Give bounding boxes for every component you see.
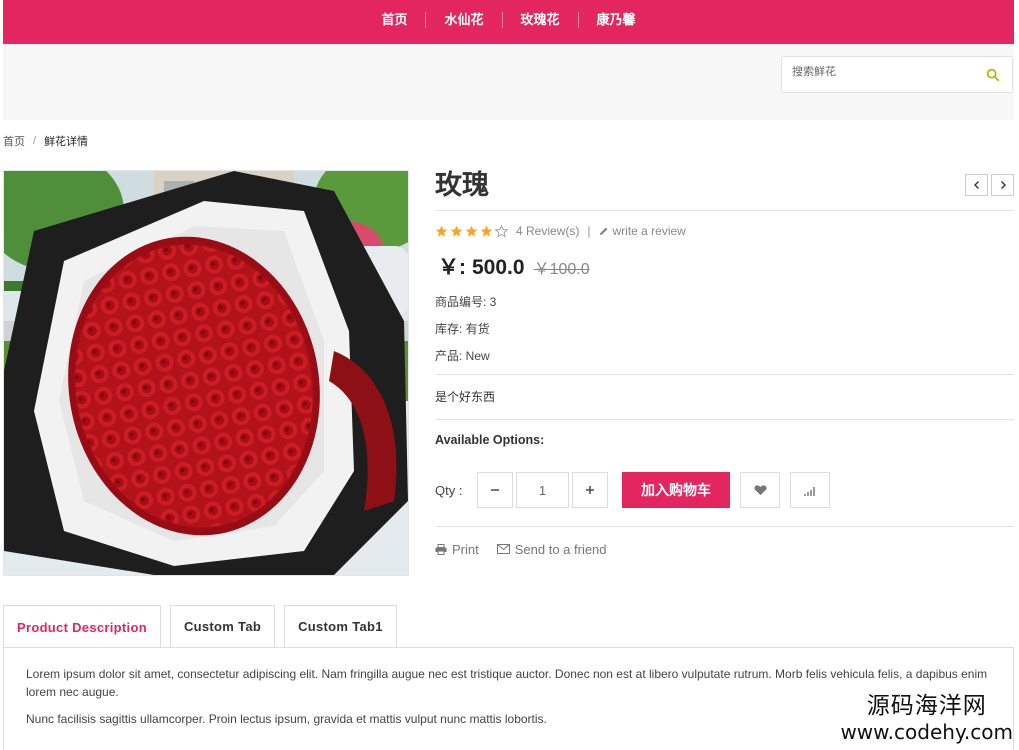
breadcrumb: 首页 / 鲜花详情 xyxy=(3,133,88,149)
quantity-row: Qty : 加入购物车 xyxy=(435,460,1014,520)
review-separator: | xyxy=(587,224,591,238)
star-empty-icon xyxy=(495,224,508,238)
star-filled-icon xyxy=(480,225,493,237)
write-review-link[interactable]: write a review xyxy=(598,224,686,238)
send-to-friend-label: Send to a friend xyxy=(514,541,607,557)
reviews-link[interactable]: 4 Review(s) xyxy=(516,224,579,238)
product-pager xyxy=(965,174,1014,196)
search-input[interactable] xyxy=(792,66,972,78)
search-box xyxy=(781,56,1013,93)
qty-label: Qty : xyxy=(435,482,463,498)
add-to-cart-button[interactable]: 加入购物车 xyxy=(622,472,730,508)
stock-status: 库存: 有货 xyxy=(435,322,490,336)
star-filled-icon xyxy=(450,225,463,237)
watermark-title: 源码海洋网 xyxy=(866,693,987,719)
review-row: 4 Review(s) | write a review xyxy=(435,211,1014,251)
search-band xyxy=(3,44,1014,120)
nav-item-home[interactable]: 首页 xyxy=(363,12,427,28)
product-code: 商品编号: 3 xyxy=(435,295,497,309)
share-row: Print Send to a friend xyxy=(435,527,1014,571)
chevron-right-icon xyxy=(1000,181,1006,189)
nav-item-carnation[interactable]: 康乃馨 xyxy=(579,12,654,28)
rating-stars xyxy=(435,224,508,238)
breadcrumb-separator: / xyxy=(33,135,37,147)
available-options-heading: Available Options: xyxy=(435,433,545,447)
tab-product-description[interactable]: Product Description xyxy=(3,605,161,648)
tab-custom-1[interactable]: Custom Tab1 xyxy=(284,605,397,647)
prev-product-button[interactable] xyxy=(965,174,988,196)
nav-item-rose[interactable]: 玫瑰花 xyxy=(503,12,579,28)
main-menu: 首页 水仙花 玫瑰花 康乃馨 xyxy=(3,0,1014,40)
search-icon[interactable] xyxy=(986,68,1000,82)
watermark-url: www.codehy.com xyxy=(840,720,1013,744)
current-price: 500.0 xyxy=(472,256,525,279)
breadcrumb-home[interactable]: 首页 xyxy=(3,133,25,149)
tab-custom[interactable]: Custom Tab xyxy=(169,605,276,647)
qty-input[interactable] xyxy=(516,472,569,508)
qty-increase-button[interactable] xyxy=(572,472,608,508)
heart-icon xyxy=(753,485,767,496)
write-review-label: write a review xyxy=(612,224,686,238)
print-link[interactable]: Print xyxy=(435,542,479,557)
product-title: 玫瑰 xyxy=(435,170,489,201)
minus-icon xyxy=(491,489,499,491)
site-watermark: 源码海洋网 www.codehy.com xyxy=(840,692,1013,744)
rose-bouquet-image xyxy=(4,171,408,575)
bar-chart-icon xyxy=(803,486,815,496)
star-filled-icon xyxy=(435,225,448,237)
qty-decrease-button[interactable] xyxy=(477,472,513,508)
chevron-left-icon xyxy=(973,181,979,189)
next-product-button[interactable] xyxy=(991,174,1014,196)
star-filled-icon xyxy=(465,225,478,237)
breadcrumb-current: 鲜花详情 xyxy=(44,136,89,148)
product-info: 玫瑰 4 Review(s) | write a review ￥: 500.0… xyxy=(435,164,1014,571)
nav-item-narcissus[interactable]: 水仙花 xyxy=(426,12,503,28)
wishlist-button[interactable] xyxy=(740,472,780,508)
top-navbar: 首页 水仙花 玫瑰花 康乃馨 xyxy=(3,0,1014,44)
plus-icon xyxy=(586,486,594,494)
product-tabs: Product Description Custom Tab Custom Ta… xyxy=(3,605,397,648)
compare-button[interactable] xyxy=(790,472,830,508)
envelope-icon xyxy=(496,544,510,554)
price-prefix: ￥: xyxy=(438,256,466,279)
product-condition: 产品: New xyxy=(435,349,490,363)
product-image[interactable] xyxy=(3,170,409,576)
pencil-icon xyxy=(600,227,608,235)
old-price: ￥100.0 xyxy=(533,261,590,278)
short-description: 是个好东西 xyxy=(435,390,496,404)
send-to-friend-link[interactable]: Send to a friend xyxy=(496,541,607,557)
print-label: Print xyxy=(452,541,479,557)
printer-icon xyxy=(435,543,447,555)
price-row: ￥: 500.0 ￥100.0 xyxy=(435,251,1014,285)
